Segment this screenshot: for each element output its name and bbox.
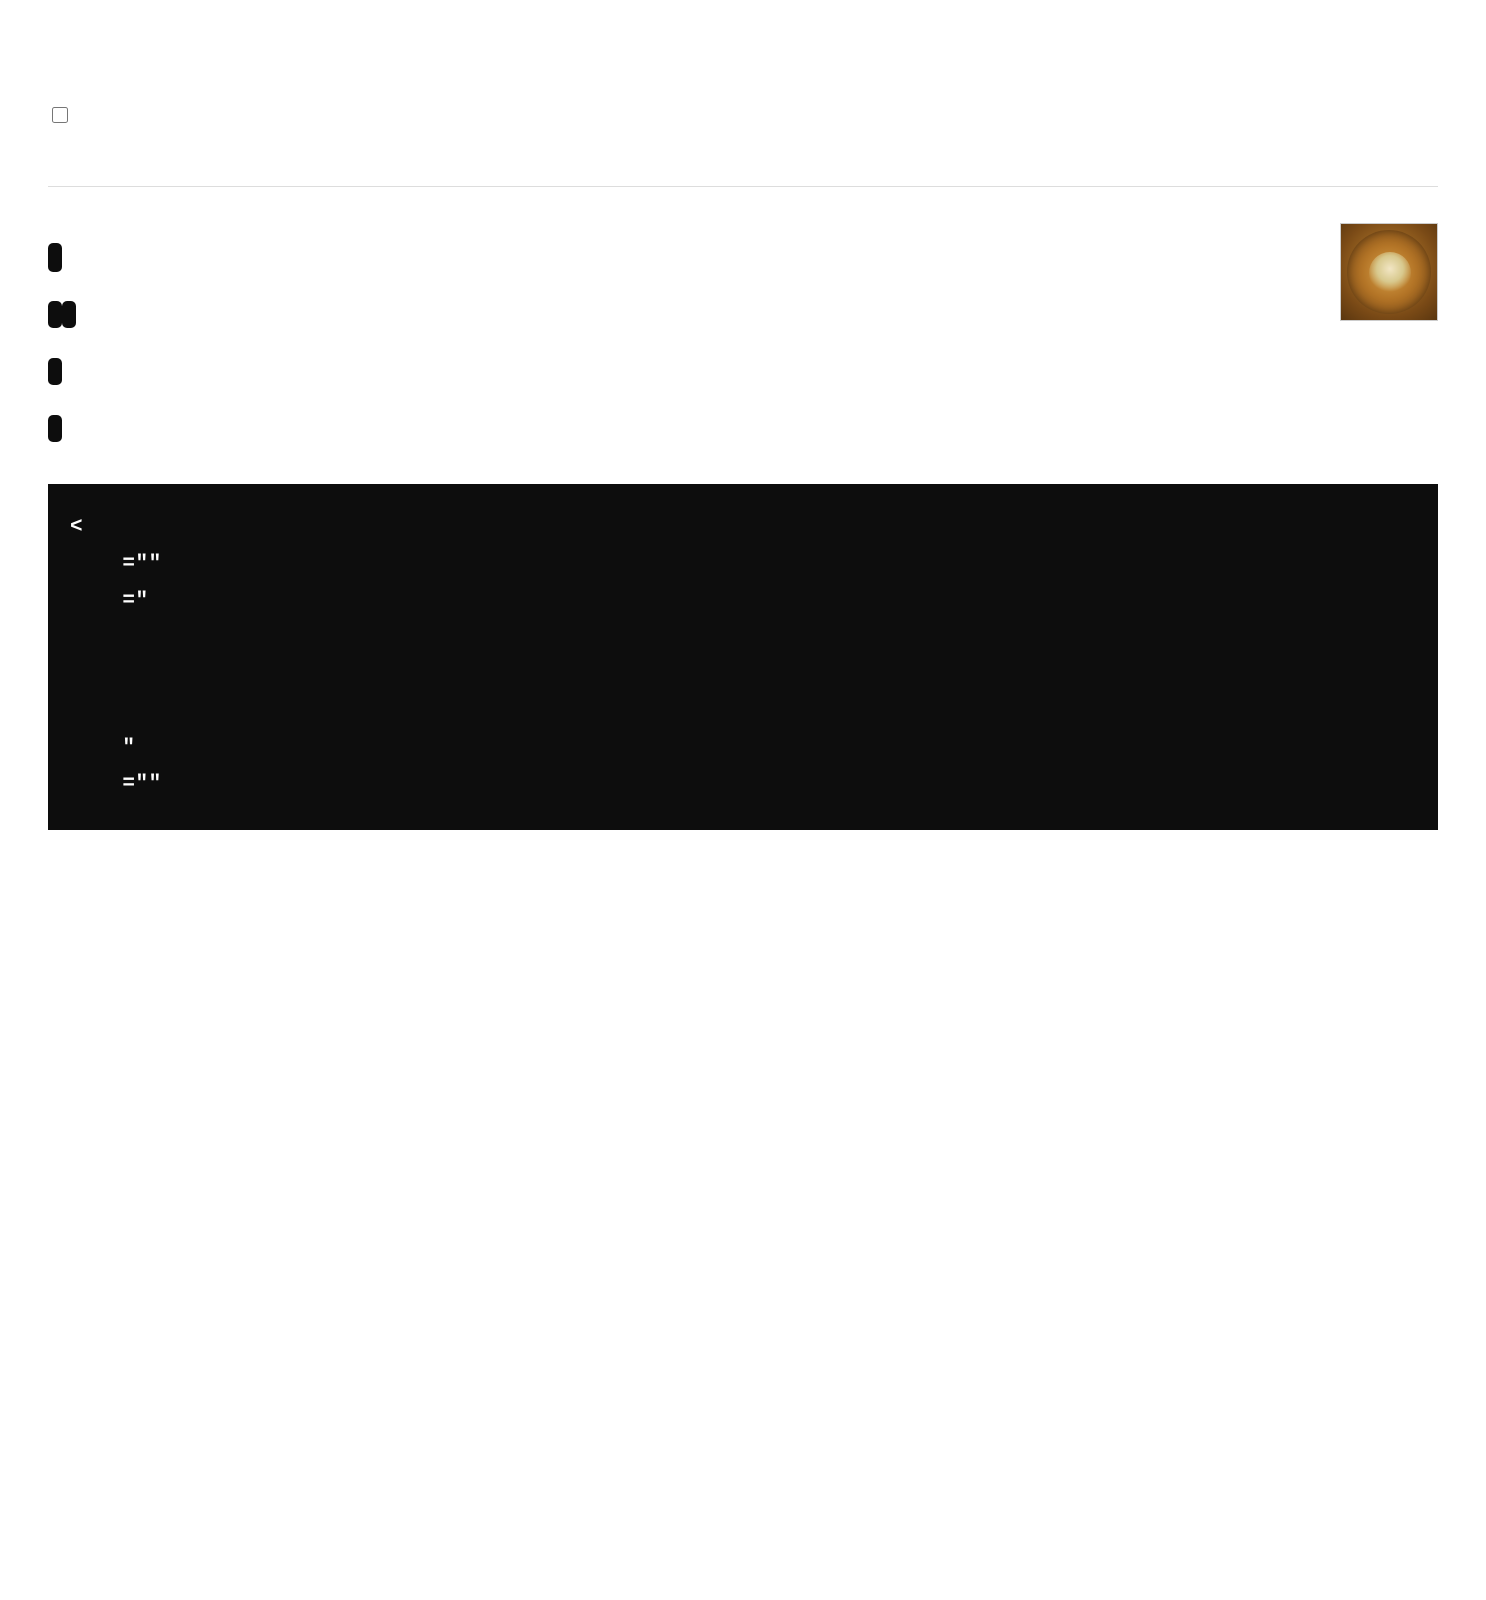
code-100vw: [62, 301, 76, 328]
code-punc: ": [149, 773, 162, 796]
code-sizes-suggestion: [48, 358, 62, 385]
code-punc: ": [136, 553, 149, 576]
check-paragraph-2: [48, 352, 1438, 387]
code-punc: =: [122, 773, 135, 796]
image-thumbnail: [1340, 223, 1438, 321]
section-divider: [48, 186, 1438, 187]
check-paragraph-1: [48, 295, 1438, 330]
code-punc: =: [122, 590, 135, 613]
image-block: < ="" =" " ="": [48, 237, 1438, 830]
code-punc: ": [136, 590, 149, 613]
code-punc: ": [136, 773, 149, 796]
code-punc: =: [122, 553, 135, 576]
filter-row: [48, 104, 1438, 126]
check-subheading: [48, 237, 1438, 273]
code-sizes-inline-2: [48, 415, 62, 442]
only-failed-checkbox[interactable]: [52, 107, 68, 123]
code-block: < ="" =" " ="": [48, 484, 1438, 830]
code-punc: ": [122, 737, 135, 760]
code-punc: ": [149, 553, 162, 576]
check-paragraph-3: [48, 409, 1438, 444]
code-sizes-inline: [48, 301, 62, 328]
code-punc: <: [70, 516, 83, 539]
code-sizes-badge: [48, 243, 62, 272]
